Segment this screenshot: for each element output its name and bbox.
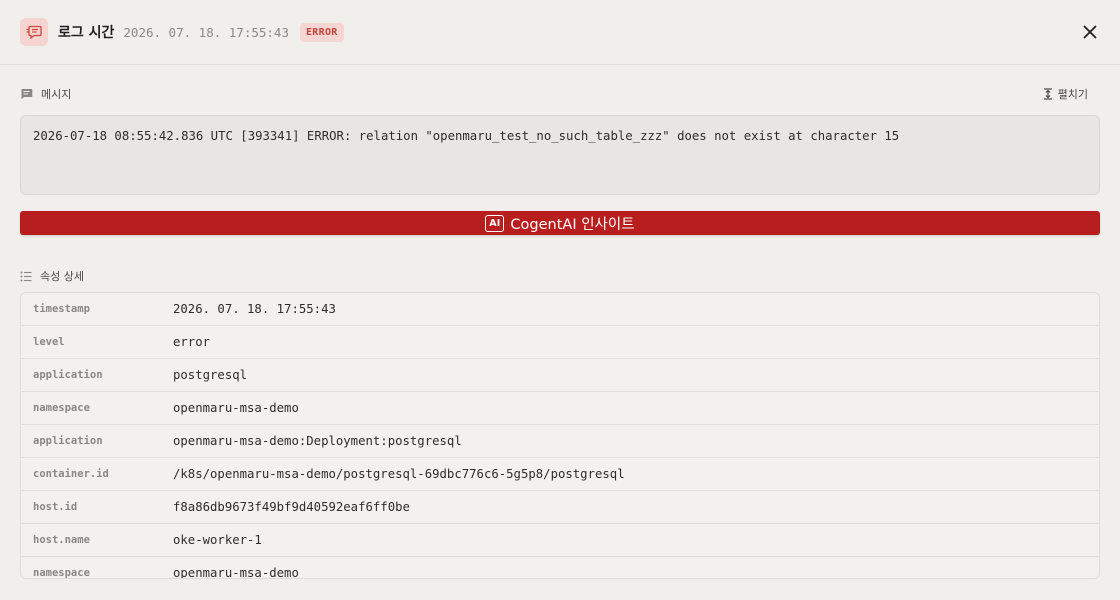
attr-key: level [33, 336, 65, 348]
attr-value: openmaru-msa-demo [173, 401, 299, 415]
table-row: host.name oke-worker-1 [21, 524, 1099, 557]
attr-key: application [33, 369, 103, 381]
attr-key: timestamp [33, 303, 90, 315]
attr-key: container.id [33, 468, 109, 480]
list-icon [20, 271, 32, 281]
cogentai-insight-button[interactable]: AI CogentAI 인사이트 [20, 211, 1100, 235]
message-icon [21, 89, 33, 100]
attributes-section-label: 속성 상세 [20, 268, 84, 284]
ai-icon: AI [485, 214, 505, 232]
attr-value: f8a86db9673f49bf9d40592eaf6ff0be [173, 500, 410, 514]
table-row: application openmaru-msa-demo:Deployment… [21, 425, 1099, 458]
attr-value: postgresql [173, 368, 248, 382]
attr-value: /k8s/openmaru-msa-demo/postgresql-69dbc7… [173, 467, 625, 481]
table-row: namespace openmaru-msa-demo [21, 392, 1099, 425]
attr-value: 2026. 07. 18. 17:55:43 [173, 302, 336, 316]
table-row: host.id f8a86db9673f49bf9d40592eaf6ff0be [21, 491, 1099, 524]
table-row: container.id /k8s/openmaru-msa-demo/post… [21, 458, 1099, 491]
cogentai-insight-label: CogentAI 인사이트 [510, 216, 635, 233]
attr-key: application [33, 435, 103, 447]
table-row: timestamp 2026. 07. 18. 17:55:43 [21, 293, 1099, 326]
message-log-icon [20, 18, 48, 46]
table-row: namespace openmaru-msa-demo [21, 557, 1099, 579]
attr-value: openmaru-msa-demo:Deployment:postgresql [173, 434, 462, 448]
attributes-label: 속성 상세 [40, 270, 84, 283]
message-section-label: 메시지 [20, 86, 71, 102]
expand-button[interactable]: 펼치기 [1043, 86, 1088, 102]
attr-value: oke-worker-1 [173, 533, 262, 547]
attr-key: host.id [33, 501, 78, 513]
close-icon [1083, 25, 1097, 39]
level-badge: ERROR [299, 22, 344, 42]
expand-label: 펼치기 [1057, 88, 1088, 101]
expand-vertical-icon [1043, 88, 1052, 100]
close-button[interactable] [1082, 24, 1098, 40]
table-row: level error [21, 326, 1099, 359]
log-timestamp: 2026. 07. 18. 17:55:43 [123, 24, 289, 40]
dialog-title: 로그 시간 [58, 25, 115, 41]
dialog-header: 로그 시간 2026. 07. 18. 17:55:43 ERROR [0, 0, 1120, 65]
attr-key: namespace [33, 402, 90, 414]
attributes-table[interactable]: timestamp 2026. 07. 18. 17:55:43 level e… [20, 292, 1100, 579]
attr-key: host.name [33, 534, 90, 546]
attr-key: namespace [33, 567, 90, 579]
attr-value: openmaru-msa-demo [173, 566, 299, 579]
message-text-box[interactable]: 2026-07-18 08:55:42.836 UTC [393341] ERR… [20, 115, 1100, 195]
table-row: application postgresql [21, 359, 1099, 392]
attr-value: error [173, 335, 211, 349]
message-label: 메시지 [41, 88, 72, 101]
